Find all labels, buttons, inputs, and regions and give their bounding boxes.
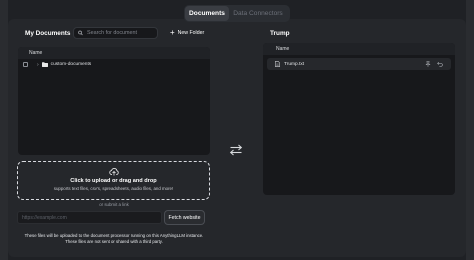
upload-dropzone[interactable]: Click to upload or drag and drop support… <box>17 161 210 200</box>
file-icon <box>275 61 280 67</box>
chevron-right-icon[interactable]: › <box>37 62 39 68</box>
folder-row[interactable]: › custom-documents <box>18 59 210 70</box>
pin-icon[interactable] <box>425 61 431 67</box>
my-documents-panel: Name › custom-documents <box>18 47 210 155</box>
plus-icon: + <box>170 28 175 37</box>
swap-arrows-icon[interactable] <box>229 143 243 157</box>
cloud-upload-icon <box>108 168 119 176</box>
tab-data-connectors[interactable]: Data Connectors <box>229 6 287 21</box>
upload-subtitle: supports text files, csv's, spreadsheets… <box>53 186 174 191</box>
folder-icon <box>41 62 48 67</box>
table-header: Name <box>18 47 210 59</box>
upload-notice-line-1: These files will be uploaded to the docu… <box>24 233 204 238</box>
workspace-title: Trump <box>270 30 290 37</box>
workspace-panel: Name Trump.txt <box>263 43 455 195</box>
upload-notice-line-2: These files are not sent or shared with … <box>65 239 163 244</box>
new-folder-button[interactable]: + New Folder <box>170 29 204 37</box>
workspace-file-row[interactable]: Trump.txt <box>267 58 451 70</box>
upload-title: Click to upload or drag and drop <box>70 178 157 184</box>
undo-icon[interactable] <box>437 61 443 67</box>
tab-bar: Documents Data Connectors <box>184 5 290 22</box>
new-folder-label: New Folder <box>177 30 205 36</box>
search-input[interactable] <box>87 30 157 36</box>
table-header: Name <box>263 43 455 55</box>
column-header-name: Name <box>29 50 43 56</box>
url-input[interactable] <box>17 211 162 224</box>
backdrop-left-strip <box>0 0 8 260</box>
folder-checkbox[interactable] <box>23 62 28 67</box>
column-header-name: Name <box>276 46 290 52</box>
backdrop-right-strip <box>466 0 474 260</box>
or-submit-link-text: or submit a link <box>99 202 129 207</box>
my-documents-title: My Documents <box>25 30 71 37</box>
file-name: Trump.txt <box>284 61 305 67</box>
row-actions <box>425 61 443 67</box>
search-icon <box>78 30 83 36</box>
folder-name: custom-documents <box>50 62 92 67</box>
search-box[interactable] <box>73 27 158 39</box>
tab-documents[interactable]: Documents <box>185 6 229 21</box>
fetch-website-button[interactable]: Fetch website <box>164 210 205 225</box>
